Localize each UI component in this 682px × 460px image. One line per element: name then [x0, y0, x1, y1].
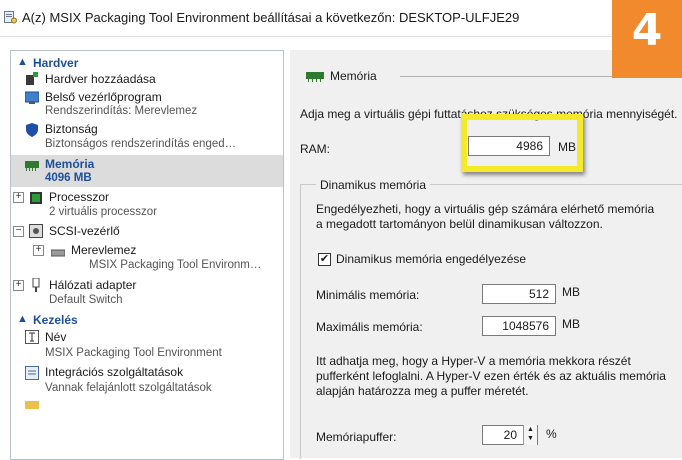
expand-icon[interactable]: +: [13, 192, 24, 203]
scsi-controller-icon: [29, 224, 43, 238]
sidebar-item-label: Memória: [45, 157, 95, 171]
sidebar-item-add-hardware[interactable]: Hardver hozzáadása: [11, 71, 283, 87]
sidebar-item-detail: Rendszerindítás: Merevlemez: [45, 105, 198, 117]
window-titlebar: A(z) MSIX Packaging Tool Environment beá…: [0, 0, 682, 37]
spin-down-icon[interactable]: ▼: [524, 434, 537, 443]
sidebar-item-network-adapter[interactable]: + Hálózati adapter Default Switch: [11, 277, 283, 309]
buffer-label: Memóriapuffer:: [316, 430, 397, 444]
max-memory-label: Maximális memória:: [316, 320, 423, 334]
name-field-icon: [25, 330, 39, 344]
sidebar-item-label: SCSI-vezérlő: [49, 224, 120, 238]
management-header-label: Kezelés: [33, 313, 78, 327]
window-title: A(z) MSIX Packaging Tool Environment beá…: [22, 10, 520, 25]
expand-icon[interactable]: +: [13, 280, 24, 291]
dynamic-memory-desc-2: a megadott tartományon belül dinamikusan…: [316, 217, 603, 231]
buffer-desc-3: alapján határozza meg a puffer méretét.: [316, 384, 529, 398]
memory-section-title: Memória: [330, 69, 377, 83]
sidebar-item-label: Név: [45, 330, 67, 344]
sidebar-item-detail: 4096 MB: [45, 172, 92, 184]
collapse-chevron-icon[interactable]: ▲: [17, 313, 28, 325]
sidebar-item-label: Integrációs szolgáltatások: [45, 365, 184, 379]
sidebar-item-detail: MSIX Packaging Tool Environment: [45, 347, 222, 359]
dynamic-memory-checkbox-label[interactable]: Dinamikus memória engedélyezése: [336, 252, 526, 266]
memory-chip-icon: [25, 161, 39, 171]
buffer-spinner[interactable]: ▲ ▼: [523, 425, 537, 445]
memory-chip-icon: [306, 72, 324, 82]
min-memory-unit: MB: [562, 285, 580, 299]
hardware-group-header[interactable]: ▲ Hardver: [11, 56, 283, 70]
ram-label: RAM:: [300, 142, 330, 156]
processor-icon: [30, 192, 42, 204]
buffer-unit: %: [546, 427, 557, 441]
management-group-header[interactable]: ▲ Kezelés: [11, 313, 283, 327]
network-adapter-icon: [32, 278, 40, 292]
ram-highlight-frame: [461, 114, 583, 172]
max-memory-input[interactable]: 1048576: [482, 316, 556, 336]
hardware-header-label: Hardver: [33, 56, 79, 70]
sidebar-item-detail: 2 virtuális processzor: [49, 206, 158, 218]
hard-disk-icon: [51, 249, 65, 257]
collapse-icon[interactable]: −: [13, 226, 24, 237]
sidebar-item-detail: Biztonságos rendszerindítás enged…: [45, 138, 237, 150]
settings-window-icon: [4, 11, 17, 24]
dynamic-memory-desc-1: Engedélyezheti, hogy a virtuális gép szá…: [316, 202, 655, 216]
sidebar-item-label: Hálózati adapter: [49, 278, 137, 292]
dynamic-memory-title: Dinamikus memória: [316, 178, 431, 192]
max-memory-unit: MB: [562, 317, 580, 331]
sidebar-item-memory[interactable]: Memória 4096 MB: [11, 155, 283, 187]
sidebar-item-label: Belső vezérlőprogram: [45, 90, 162, 104]
sidebar-item-label: Processzor: [49, 190, 110, 204]
sidebar-item-name[interactable]: Név MSIX Packaging Tool Environment: [11, 329, 283, 361]
min-memory-input[interactable]: 512: [482, 284, 556, 304]
sidebar-item-integration-services[interactable]: Integrációs szolgáltatások Vannak felajá…: [11, 364, 283, 396]
settings-sidebar: ▲ Hardver Hardver hozzáadása Belső vezér…: [10, 50, 284, 460]
dynamic-memory-checkbox[interactable]: ✔: [318, 253, 331, 266]
collapse-chevron-icon[interactable]: ▲: [17, 56, 28, 68]
sidebar-item-label: Hardver hozzáadása: [45, 72, 156, 86]
step-badge: 4: [612, 0, 682, 78]
sidebar-item-detail: Vannak felajánlott szolgáltatások: [45, 382, 212, 394]
sidebar-item-detail: Default Switch: [49, 294, 123, 306]
expand-icon[interactable]: +: [33, 245, 44, 256]
spin-up-icon[interactable]: ▲: [524, 425, 537, 434]
firmware-icon: [25, 91, 39, 104]
add-hardware-icon: [26, 72, 38, 85]
folder-icon: [25, 401, 39, 409]
sidebar-item-scsi-controller[interactable]: − SCSI-vezérlő: [11, 223, 283, 241]
sidebar-item-label: Merevlemez: [71, 243, 137, 257]
shield-icon: [26, 123, 38, 137]
sidebar-item-hard-disk[interactable]: + Merevlemez MSIX Packaging Tool Environ…: [11, 242, 283, 274]
min-memory-label: Minimális memória:: [316, 288, 420, 302]
buffer-desc-1: Itt adhatja meg, hogy a Hyper-V a memóri…: [316, 354, 631, 368]
sidebar-item-detail: MSIX Packaging Tool Environm…: [89, 259, 262, 271]
sidebar-item-firmware[interactable]: Belső vezérlőprogram Rendszerindítás: Me…: [11, 89, 283, 119]
sidebar-item-label: Biztonság: [45, 122, 98, 136]
integration-services-icon: [25, 366, 39, 380]
buffer-desc-2: pufferként lefoglalni. A Hyper-V ezen ér…: [316, 369, 666, 383]
memory-settings-panel: Memória Adja meg a virtuális gépi futtat…: [290, 50, 682, 459]
sidebar-item-processor[interactable]: + Processzor 2 virtuális processzor: [11, 189, 283, 221]
sidebar-item-security[interactable]: Biztonság Biztonságos rendszerindítás en…: [11, 121, 283, 153]
